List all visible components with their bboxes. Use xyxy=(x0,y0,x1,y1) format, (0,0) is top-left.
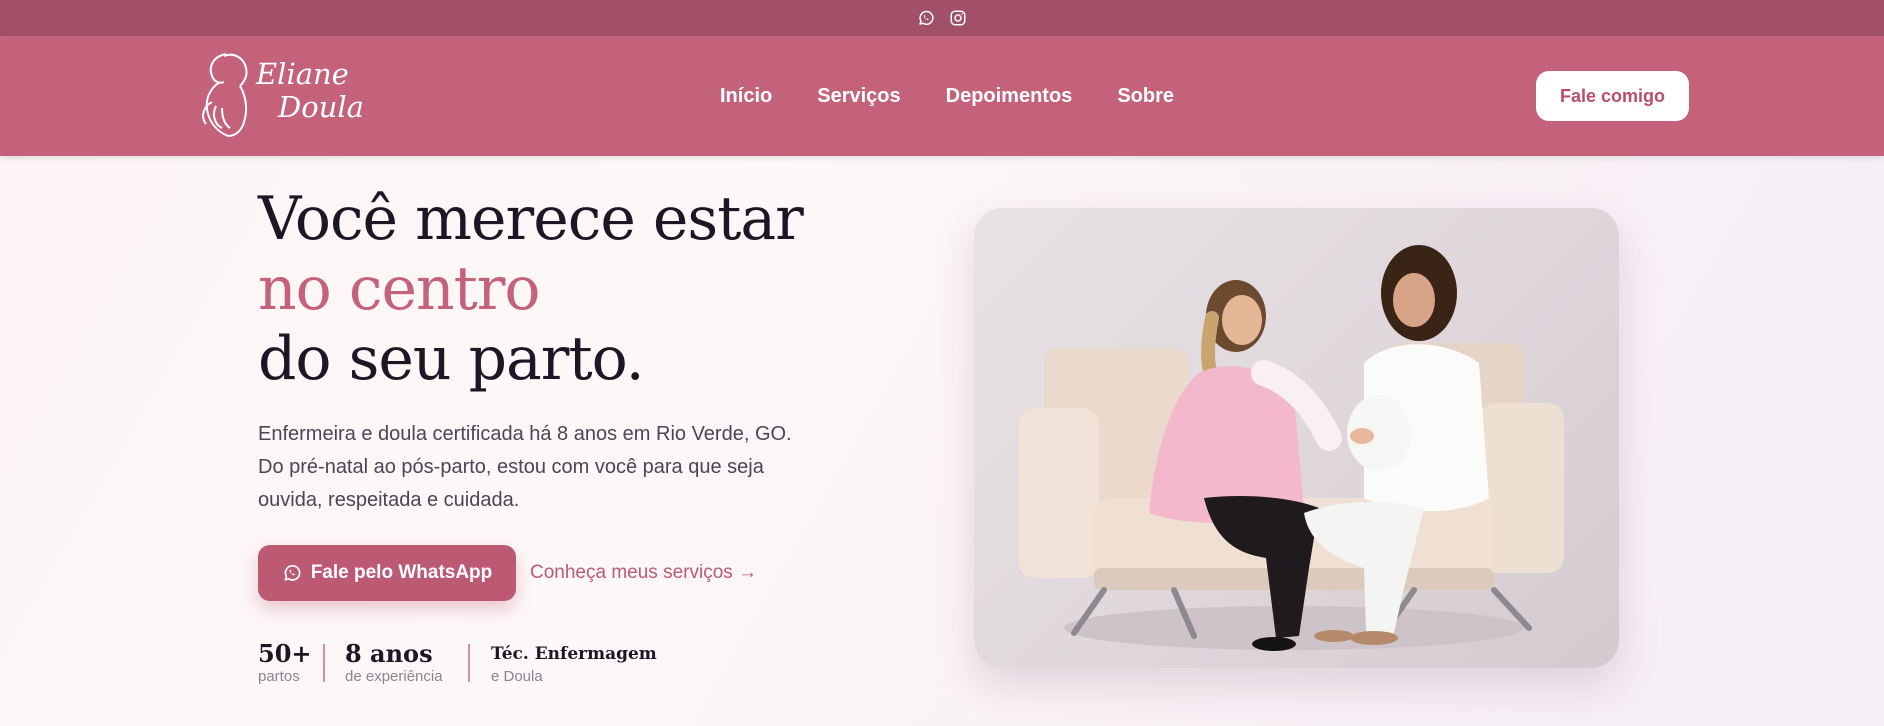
instagram-icon[interactable] xyxy=(949,9,967,27)
whatsapp-icon xyxy=(284,564,301,581)
hero-description: Enfermeira e doula certificada há 8 anos… xyxy=(258,423,792,511)
doula-and-client-photo xyxy=(1019,245,1564,651)
stat-value: Téc. Enfermagem xyxy=(491,644,657,664)
hero-title-line3: do seu parto. xyxy=(258,324,645,394)
brand-logo[interactable]: Eliane Doula xyxy=(186,44,366,148)
whatsapp-cta-label: Fale pelo WhatsApp xyxy=(310,562,493,583)
brand-line1: Eliane xyxy=(256,57,349,91)
primary-nav: Início Serviços Depoimentos Sobre xyxy=(720,36,1174,156)
hero-title-line1: Você merece estar xyxy=(258,184,804,254)
stat-formacao: Téc. Enfermagem e Doula xyxy=(491,640,657,685)
whatsapp-icon[interactable] xyxy=(917,9,935,27)
stat-value: 50+ xyxy=(258,639,312,668)
stat-experiencia: 8 anos de experiência xyxy=(345,639,443,686)
stat-partos: 50+ partos xyxy=(258,639,312,686)
main-navbar: Eliane Doula Início Serviços Depoimentos… xyxy=(0,36,1884,156)
stat-divider xyxy=(468,644,470,682)
stat-label: de experiência xyxy=(345,668,443,685)
hero-title-line2: no centro xyxy=(258,254,541,324)
nav-link-inicio[interactable]: Início xyxy=(720,85,772,108)
brand-wordmark: Eliane Doula xyxy=(256,58,364,124)
stat-divider xyxy=(323,644,325,682)
stat-value: 8 anos xyxy=(345,639,433,668)
nav-link-sobre[interactable]: Sobre xyxy=(1117,85,1174,108)
whatsapp-cta-button[interactable]: Fale pelo WhatsApp xyxy=(258,545,516,601)
services-link[interactable]: Conheça meus serviços → xyxy=(530,562,757,584)
nav-link-depoimentos[interactable]: Depoimentos xyxy=(946,85,1073,108)
nav-link-servicos[interactable]: Serviços xyxy=(817,85,900,108)
hero-title: Você merece estar no centro do seu parto… xyxy=(258,184,804,394)
stat-label: partos xyxy=(258,668,300,685)
brand-line2: Doula xyxy=(278,90,364,124)
contact-button[interactable]: Fale comigo xyxy=(1536,71,1689,121)
hero-photo xyxy=(974,208,1619,668)
social-topbar xyxy=(0,0,1884,36)
stat-label: e Doula xyxy=(491,668,543,685)
